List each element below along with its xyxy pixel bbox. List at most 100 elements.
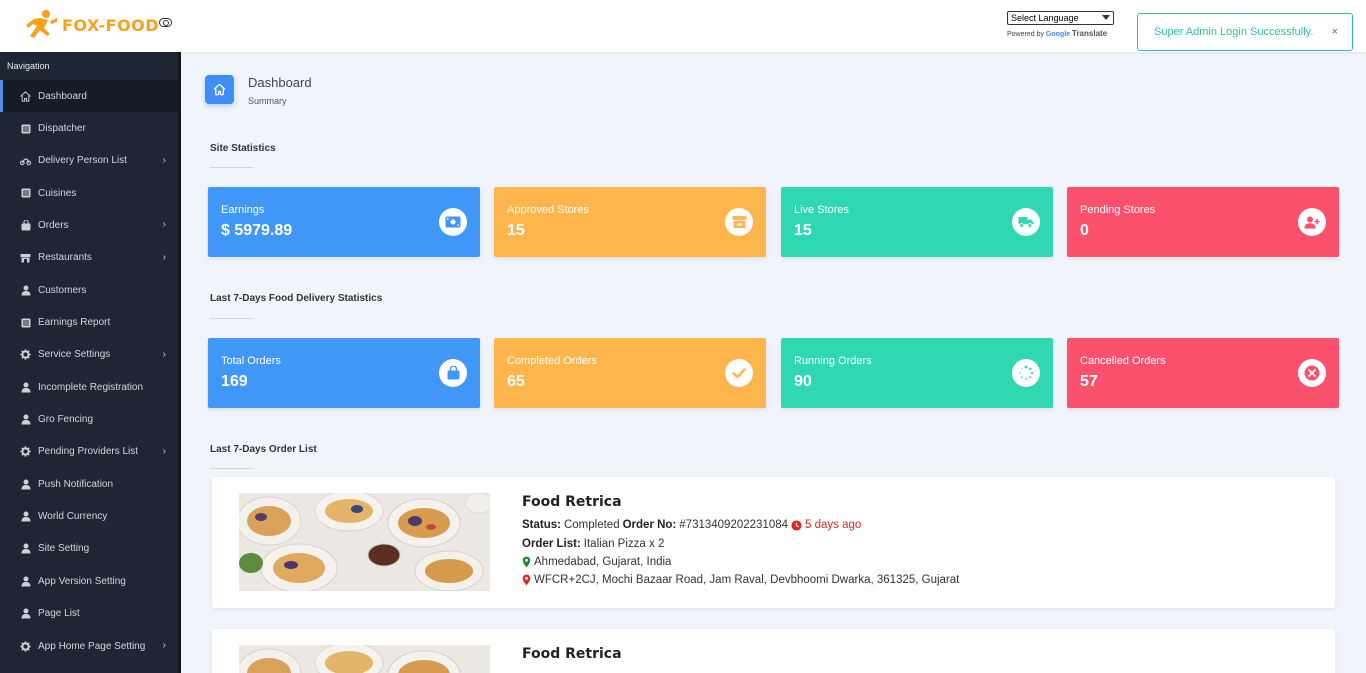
chevron-right-icon: ›: [162, 219, 166, 231]
stat-value: 57: [1080, 373, 1098, 390]
sidebar-item-label: Cuisines: [38, 187, 77, 199]
order-time-ago: 5 days ago: [805, 519, 862, 531]
sidebar-item-app-version-setting[interactable]: App Version Setting: [0, 565, 178, 597]
sidebar-item-incomplete-registration[interactable]: Incomplete Registration: [0, 371, 178, 403]
sidebar-item-dispatcher[interactable]: Dispatcher: [0, 112, 178, 144]
order-card[interactable]: Food Retrica: [212, 629, 1335, 673]
language-select[interactable]: Select Language: [1007, 11, 1114, 25]
cancelled-orders-card[interactable]: Cancelled Orders 57: [1067, 338, 1339, 408]
sidebar-item-label: Earnings Report: [38, 317, 111, 329]
sidebar-item-label: App Home Page Setting: [38, 640, 146, 652]
toast-message: Super Admin Login Successfully.: [1154, 26, 1314, 38]
sidebar-item-earnings-report[interactable]: Earnings Report: [0, 306, 178, 338]
login-success-toast: Super Admin Login Successfully. ×: [1137, 13, 1353, 51]
user-icon: [20, 543, 31, 554]
order-location: Ahmedabad, Gujarat, India: [534, 556, 672, 568]
sidebar-item-label: Dispatcher: [38, 123, 86, 135]
stat-value: 65: [507, 373, 525, 390]
total-orders-card[interactable]: Total Orders 169: [208, 338, 480, 408]
sidebar-item-world-currency[interactable]: World Currency: [0, 500, 178, 532]
stat-label: Pending Stores: [1080, 204, 1156, 216]
home-icon: [20, 90, 31, 102]
stat-value: $ 5979.89: [221, 222, 293, 239]
chevron-right-icon: ›: [162, 348, 166, 360]
times-icon: [1298, 359, 1326, 387]
stat-label: Completed Orders: [507, 355, 597, 367]
order-status: Completed: [563, 519, 620, 531]
brand-logo[interactable]: FOX-FOOD: [24, 8, 159, 42]
sidebar-item-label: Site Setting: [38, 543, 90, 555]
stat-label: Approved Stores: [507, 204, 589, 216]
sidebar-toggle-icon[interactable]: [159, 18, 172, 27]
sidebar-item-site-setting[interactable]: Site Setting: [0, 533, 178, 565]
sidebar-item-pending-providers-list[interactable]: Pending Providers List ›: [0, 436, 178, 468]
sidebar-item-label: Push Notification: [38, 478, 114, 490]
sidebar-item-delivery-person-list[interactable]: Delivery Person List ›: [0, 145, 178, 177]
sidebar-item-customers[interactable]: Customers: [0, 274, 178, 306]
gear-icon: [20, 446, 31, 457]
sidebar-item-service-settings[interactable]: Service Settings ›: [0, 339, 178, 371]
restaurant-name[interactable]: Food Retrica: [522, 646, 622, 662]
check-icon: [725, 359, 753, 387]
spinner-icon: [1012, 359, 1040, 387]
chevron-right-icon: ›: [162, 154, 166, 166]
sidebar-item-restaurants[interactable]: Restaurants ›: [0, 242, 178, 274]
order-card[interactable]: Food Retrica Status: Completed Order No:…: [212, 477, 1335, 608]
food-plates-image: [239, 493, 490, 591]
powered-by-text: Powered by: [1007, 31, 1044, 38]
sidebar-item-label: World Currency: [38, 511, 108, 523]
powered-by-google: Powered by Google Translate: [1007, 29, 1114, 38]
store-icon: [725, 208, 753, 236]
completed-orders-card[interactable]: Completed Orders 65: [494, 338, 766, 408]
stat-label: Earnings: [221, 204, 265, 216]
section-divider: [210, 468, 253, 469]
sidebar-item-label: Customers: [38, 284, 87, 296]
motorcycle-icon: [20, 155, 31, 166]
stat-label: Cancelled Orders: [1080, 355, 1166, 367]
chevron-right-icon: ›: [162, 639, 166, 651]
earnings-card[interactable]: Earnings $ 5979.89: [208, 187, 480, 257]
location-pin-icon: [522, 556, 531, 568]
google-translate-widget: Select Language Powered by Google Transl…: [1007, 11, 1114, 38]
approved-stores-card[interactable]: Approved Stores 15: [494, 187, 766, 257]
user-icon: [20, 414, 31, 425]
chevron-right-icon: ›: [162, 251, 166, 263]
order-location-line: Ahmedabad, Gujarat, India: [522, 556, 671, 568]
sidebar-item-gro-fencing[interactable]: Gro Fencing: [0, 403, 178, 435]
translate-link[interactable]: Translate: [1072, 29, 1107, 38]
clock-icon: [791, 519, 802, 531]
section-divider: [210, 167, 253, 168]
order-items: Italian Pizza x 2: [583, 538, 665, 550]
user-icon: [20, 576, 31, 587]
chevron-right-icon: ›: [162, 445, 166, 457]
list-icon: [20, 317, 31, 328]
live-stores-card[interactable]: Live Stores 15: [781, 187, 1053, 257]
order-address-line: WFCR+2CJ, Mochi Bazaar Road, Jam Raval, …: [522, 574, 959, 586]
user-icon: [20, 608, 31, 619]
sidebar-item-cuisines[interactable]: Cuisines: [0, 177, 178, 209]
sidebar-item-app-home-page-setting[interactable]: App Home Page Setting ›: [0, 630, 178, 662]
location-pin-icon: [522, 574, 531, 586]
sidebar-item-page-list[interactable]: Page List: [0, 598, 178, 630]
restaurant-name[interactable]: Food Retrica: [522, 494, 622, 510]
running-orders-card[interactable]: Running Orders 90: [781, 338, 1053, 408]
sidebar-item-push-notification[interactable]: Push Notification: [0, 468, 178, 500]
sidebar-nav-list: Dashboard Dispatcher Delivery Person List ›…: [0, 80, 178, 662]
google-text: Google: [1045, 31, 1071, 38]
store-icon: [20, 252, 31, 263]
stat-value: 15: [507, 222, 525, 239]
stat-value: 15: [794, 222, 812, 239]
shopping-bag-icon: [439, 359, 467, 387]
page-subtitle: Summary: [248, 96, 287, 106]
brand-name: FOX-FOOD: [62, 15, 160, 35]
site-statistics-title: Site Statistics: [210, 143, 276, 154]
sidebar-item-orders[interactable]: Orders ›: [0, 209, 178, 241]
sidebar-item-dashboard[interactable]: Dashboard: [0, 80, 178, 113]
pending-stores-card[interactable]: Pending Stores 0: [1067, 187, 1339, 257]
toast-close-button[interactable]: ×: [1332, 26, 1338, 38]
order-items-line: Order List: Italian Pizza x 2: [522, 538, 664, 550]
status-label: Status:: [522, 519, 561, 531]
sidebar-item-label: Gro Fencing: [38, 414, 94, 426]
truck-icon: [1012, 208, 1040, 236]
select-caret-icon: [1102, 15, 1110, 20]
